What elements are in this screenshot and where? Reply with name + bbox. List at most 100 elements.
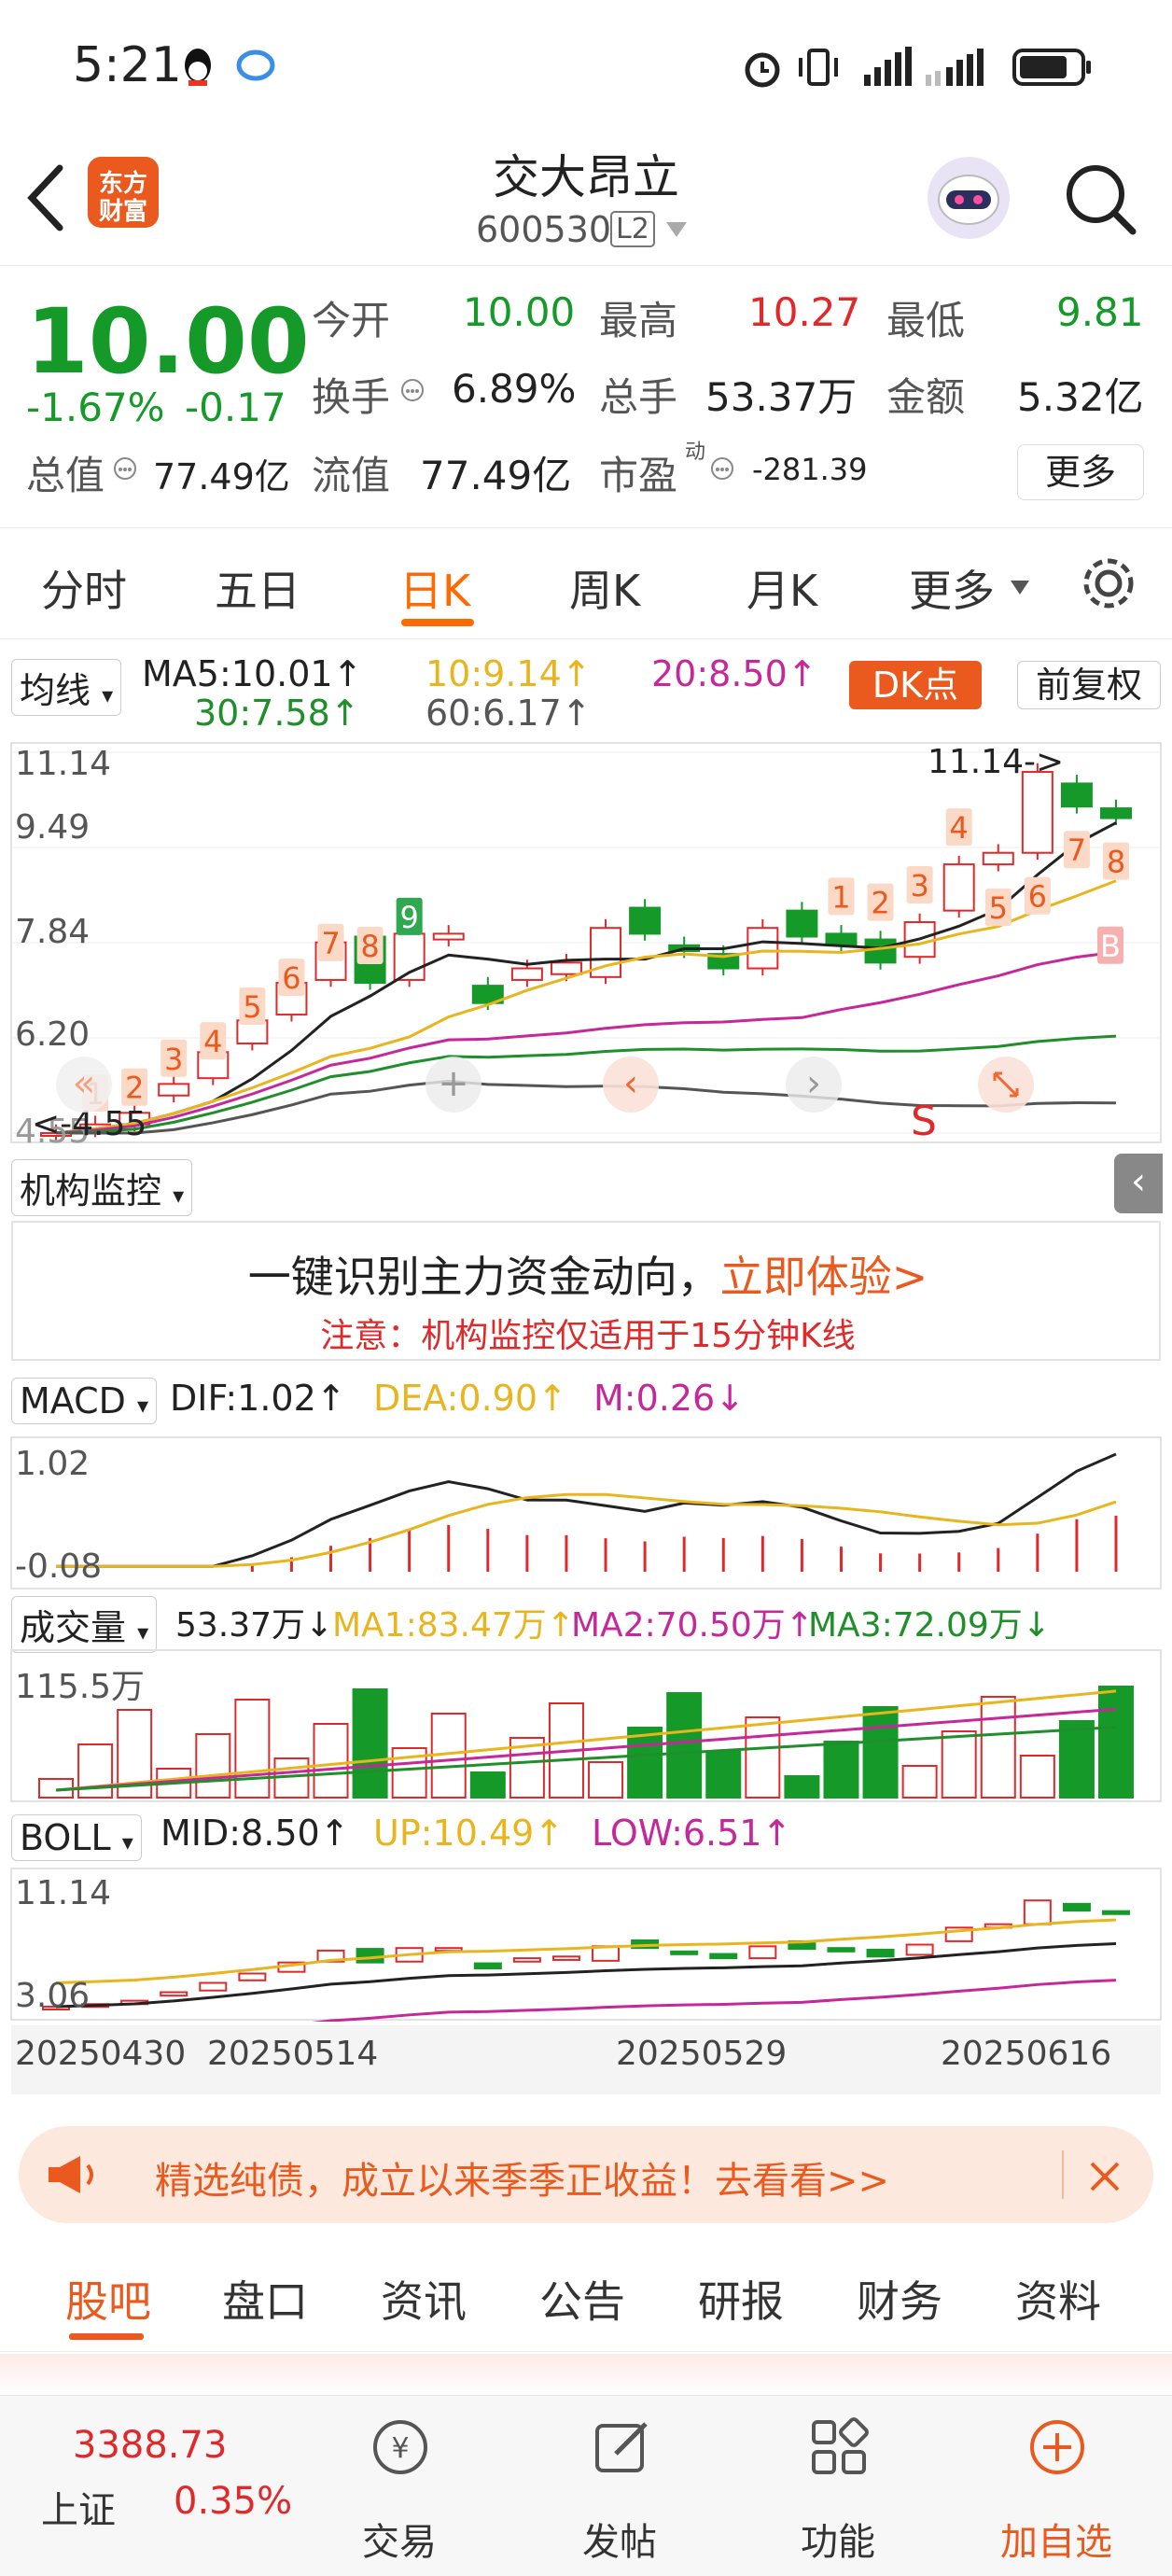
volume-selector[interactable]: 成交量 ▾	[11, 1596, 158, 1653]
setup-marker-down: 5	[989, 890, 1008, 926]
index-change[interactable]: 0.35%	[174, 2480, 292, 2523]
scroll-left-button[interactable]: ‹	[603, 1057, 659, 1113]
date-label-3: 20250529	[616, 2035, 788, 2073]
level-badge[interactable]: L2	[610, 211, 655, 247]
eastmoney-logo[interactable]: 东方 财富	[88, 157, 159, 228]
feed-peek	[0, 2354, 1172, 2395]
date-label-2: 20250514	[207, 2035, 379, 2073]
ma10-label: 10:9.14↑	[426, 653, 592, 694]
date-label-4: 20250616	[941, 2035, 1112, 2073]
volume-bar	[1019, 1755, 1055, 1799]
robot-assistant-icon[interactable]	[922, 151, 1015, 245]
period-tabs: 分时 五日 日K 周K 月K 更多	[0, 529, 1172, 639]
tab-zhouk[interactable]: 周K	[569, 557, 640, 619]
macd-selector[interactable]: MACD ▾	[11, 1378, 158, 1424]
boll-candle	[905, 1943, 934, 1956]
boll-y-1: 11.14	[15, 1874, 112, 1912]
zoom-in-button[interactable]: +	[426, 1057, 481, 1113]
svg-text:¥: ¥	[391, 2432, 409, 2465]
float-cap-label: 流值	[312, 453, 391, 498]
collapse-side-button[interactable]: ‹	[1114, 1154, 1163, 1213]
back-icon[interactable]	[22, 161, 69, 235]
tab-rik[interactable]: 日K	[399, 557, 470, 619]
tab-gonggao[interactable]: 公告	[539, 2268, 625, 2330]
inst-cta-link[interactable]: 立即体验>	[720, 1252, 928, 1302]
ma60-line	[56, 1079, 1117, 1135]
volume-chart[interactable]	[0, 1648, 1172, 1803]
candle-body	[510, 967, 543, 981]
compose-icon	[595, 2422, 648, 2472]
boll-candle	[866, 1948, 895, 1958]
index-value[interactable]: 3388.73	[73, 2424, 227, 2467]
close-icon[interactable]	[1086, 2158, 1123, 2195]
tab-guba[interactable]: 股吧	[65, 2268, 151, 2330]
tab-yanbao[interactable]: 研报	[698, 2268, 784, 2330]
setup-marker-up2: 1	[831, 879, 850, 915]
macd-selector-label: MACD	[20, 1380, 126, 1421]
signal2-icon	[926, 49, 984, 86]
index-name[interactable]: 上证	[41, 2480, 116, 2534]
expand-icon	[993, 1071, 1019, 1098]
high-label: 最高	[599, 298, 678, 343]
tab-caiwu[interactable]: 财务	[857, 2268, 942, 2330]
pe-info-icon[interactable]	[709, 455, 735, 482]
info-icon[interactable]	[112, 455, 138, 482]
megaphone-icon	[49, 2156, 93, 2193]
boll-candle	[199, 1981, 228, 1992]
boll-selector[interactable]: BOLL ▾	[11, 1814, 142, 1861]
status-time: 5:21	[73, 37, 182, 93]
inst-note: 注意：机构监控仅适用于15分钟K线	[320, 1317, 856, 1355]
scroll-left-fast-button[interactable]: «	[56, 1057, 112, 1113]
tab-yuek[interactable]: 月K	[746, 557, 817, 619]
bottom-nav: 3388.73 上证 0.35% ¥ 交易 发帖 功能 加自选	[0, 2395, 1172, 2576]
volume-bar	[823, 1741, 859, 1799]
boll-selector-label: BOLL	[20, 1817, 111, 1858]
code-dropdown-icon[interactable]	[664, 220, 689, 239]
boll-candle	[473, 1962, 502, 1970]
promo-banner[interactable]: 精选纯债，成立以来季季正收益！去看看>>	[19, 2126, 1153, 2223]
tab-pankou[interactable]: 盘口	[222, 2268, 308, 2330]
turnover-info-icon[interactable]	[399, 377, 426, 403]
tab-ziliao[interactable]: 资料	[1015, 2268, 1101, 2330]
fullscreen-button[interactable]	[978, 1057, 1034, 1113]
tab-fenshi[interactable]: 分时	[41, 557, 127, 619]
app-root: 5:21 东方 财富 交大昂立 600530 L2 10.00 -1.67% -…	[0, 0, 1172, 2576]
inst-headline-row: 一键识别主力资金动向，立即体验>	[13, 1243, 1163, 1305]
volume-bar	[627, 1727, 663, 1799]
active-tab-underline	[401, 619, 474, 626]
boll-chart[interactable]	[0, 1867, 1172, 2022]
boll-candle	[356, 1948, 384, 1964]
high-value: 10.27	[748, 289, 861, 335]
candle-body	[746, 927, 779, 970]
tab-more[interactable]: 更多	[909, 557, 995, 619]
dk-point-button[interactable]: DK点	[849, 661, 982, 709]
volume-bar	[1098, 1686, 1134, 1799]
inst-headline: 一键识别主力资金动向，	[247, 1252, 720, 1302]
macd-dif-label: DIF:1.02↑	[170, 1378, 346, 1419]
volume-value-label: 53.37万↓	[175, 1606, 334, 1645]
boll-mid-line	[55, 1941, 1117, 2009]
inst-panel: 一键识别主力资金动向，立即体验> 注意：机构监控仅适用于15分钟K线	[11, 1221, 1161, 1361]
candle-body	[982, 851, 1014, 866]
turnover-value: 6.89%	[452, 366, 577, 412]
tab-wuri[interactable]: 五日	[215, 557, 300, 619]
setup-marker-up: 5	[243, 989, 261, 1025]
volume-ma1-label: MA1:83.47万↑	[332, 1606, 575, 1645]
search-icon[interactable]	[1060, 159, 1140, 239]
tab-zixun[interactable]: 资讯	[381, 2268, 467, 2330]
inst-selector[interactable]: 机构监控 ▾	[11, 1159, 193, 1216]
nav-add-label: 加自选	[1000, 2521, 1112, 2564]
scroll-right-button[interactable]: ›	[786, 1057, 842, 1113]
gear-icon[interactable]	[1079, 553, 1138, 613]
more-button[interactable]: 更多	[1017, 444, 1144, 500]
ma-selector[interactable]: 均线 ▾	[11, 659, 122, 716]
macd-chart[interactable]	[0, 1435, 1172, 1590]
adjust-button[interactable]: 前复权	[1017, 661, 1161, 709]
nav-post-label: 发帖	[582, 2521, 657, 2564]
more-dropdown-icon[interactable]	[1010, 580, 1030, 596]
volume-bar	[588, 1761, 624, 1799]
boll-candle	[709, 1953, 738, 1960]
add-circle-icon	[1030, 2420, 1084, 2474]
date-label-1: 20250430	[15, 2035, 187, 2073]
volume-bar	[234, 1699, 271, 1799]
